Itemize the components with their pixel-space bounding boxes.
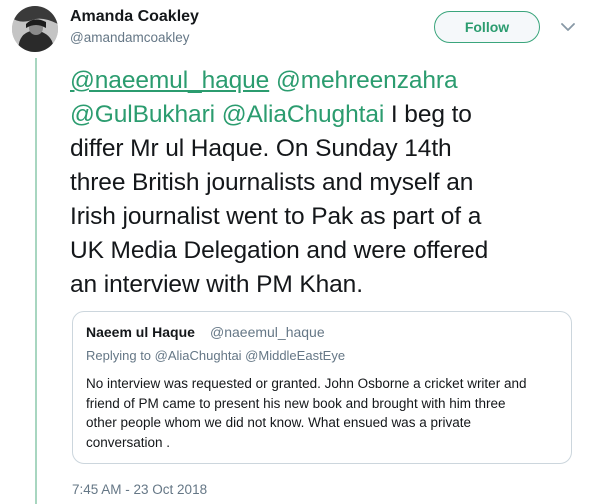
mention-link[interactable]: @naeemul_haque: [70, 67, 269, 94]
mention-link[interactable]: @mehreenzahra: [276, 67, 458, 94]
tweet-text-segment: differ Mr ul Haque. On Sunday 14th: [70, 135, 452, 162]
avatar[interactable]: [12, 6, 58, 52]
quoted-tweet-card[interactable]: Naeem ul Haque @naeemul_haque Replying t…: [72, 311, 572, 464]
tweet-timestamp[interactable]: 7:45 AM - 23 Oct 2018: [72, 482, 207, 497]
thread-line: [35, 58, 37, 504]
quoted-text-line: other people whom we did not know. What …: [86, 415, 471, 430]
quoted-text-line: conversation .: [86, 434, 171, 450]
tweet-text-segment: an interview with PM Khan.: [70, 271, 363, 298]
tweet-text-segment: I beg to: [384, 101, 472, 128]
replying-to-line: Replying to @AliaChughtai @MiddleEastEye: [86, 348, 346, 363]
quoted-tweet-text: No interview was requested or granted. J…: [86, 374, 562, 452]
tweet-text-line: an interview with PM Khan.: [70, 268, 590, 302]
quoted-text-line: No interview was requested or granted. J…: [86, 376, 527, 391]
tweet-text: @naeemul_haque @mehreenzahra @GulBukhari …: [70, 64, 590, 302]
mention-link[interactable]: @GulBukhari: [70, 101, 215, 128]
tweet-text-line: three British journalists and myself an: [70, 166, 590, 200]
chevron-down-icon[interactable]: [557, 16, 579, 38]
tweet-text-line: UK Media Delegation and were offered: [70, 234, 590, 268]
quoted-author-handle: @naeemul_haque: [210, 324, 325, 340]
tweet-text-line: Irish journalist went to Pak as part of …: [70, 200, 590, 234]
author-handle[interactable]: @amandamcoakley: [70, 30, 190, 45]
mention-link[interactable]: @AliaChughtai: [222, 101, 385, 128]
author-name[interactable]: Amanda Coakley: [70, 8, 199, 26]
tweet-text-line: @naeemul_haque @mehreenzahra: [70, 64, 590, 98]
tweet-text-line: @GulBukhari @AliaChughtai I beg to: [70, 98, 590, 132]
tweet-text-segment: UK Media Delegation and were offered: [70, 237, 489, 264]
quoted-text-line: friend of PM came to present his new boo…: [86, 395, 506, 411]
follow-button[interactable]: Follow: [434, 11, 540, 43]
tweet-text-segment: Irish journalist went to Pak as part of …: [70, 203, 482, 230]
tweet-text-segment: [269, 67, 276, 94]
tweet-text-line: differ Mr ul Haque. On Sunday 14th: [70, 132, 590, 166]
quoted-author-name: Naeem ul Haque: [86, 324, 195, 340]
tweet-text-segment: three British journalists and myself an: [70, 169, 474, 196]
tweet-text-segment: [215, 101, 222, 128]
